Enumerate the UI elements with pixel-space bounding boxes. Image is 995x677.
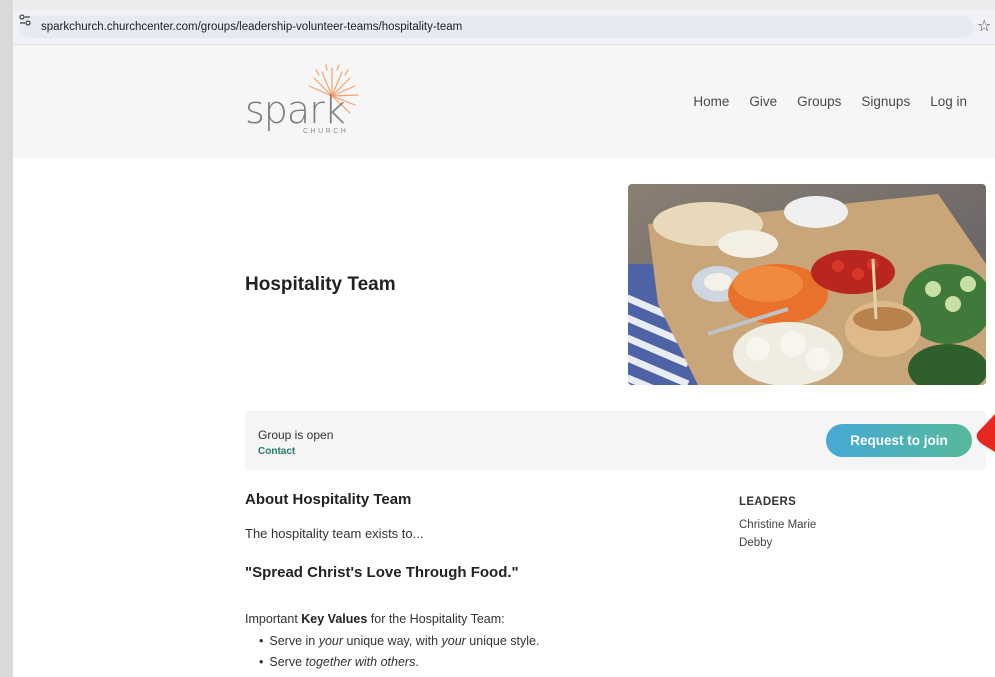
bullet-text: Serve <box>269 655 306 669</box>
site-header: spark CHURCH Home Give Groups Signups Lo… <box>13 45 995 158</box>
about-quote: "Spread Christ's Love Through Food." <box>245 564 519 581</box>
nav-login[interactable]: Log in <box>930 94 967 109</box>
bullet-text: . <box>415 655 419 669</box>
group-status-bar: Group is open Contact Request to join <box>245 411 986 470</box>
about-heading: About Hospitality Team <box>245 491 412 508</box>
bullet-text: unique style. <box>465 634 540 648</box>
key-values-bold: Key Values <box>301 612 368 626</box>
group-title: Hospitality Team <box>245 274 396 295</box>
key-values-intro: Important Key Values for the Hospitality… <box>245 612 505 626</box>
nav-signups[interactable]: Signups <box>861 94 910 109</box>
key-values-list: Serve in your unique way, with your uniq… <box>259 631 540 673</box>
star-icon[interactable]: ☆ <box>977 19 991 35</box>
leaders-heading: LEADERS <box>739 496 797 508</box>
browser-url-bar: sparkchurch.churchcenter.com/groups/lead… <box>13 10 995 45</box>
contact-link[interactable]: Contact <box>258 446 295 457</box>
screenshot-frame-left <box>0 0 13 677</box>
bullet-emphasis: your <box>318 634 344 648</box>
bullet-text: Serve in <box>269 634 319 648</box>
nav-groups[interactable]: Groups <box>797 94 841 109</box>
key-values-prefix: Important <box>245 612 302 626</box>
request-to-join-button[interactable]: Request to join <box>826 424 972 457</box>
group-photo <box>628 184 986 385</box>
leader-name[interactable]: Christine Marie <box>739 519 816 531</box>
leader-name[interactable]: Debby <box>739 537 772 549</box>
bullet-emphasis: your <box>441 634 466 648</box>
food-platter-image <box>628 184 986 385</box>
logo-wordmark: spark <box>245 88 346 132</box>
annotation-arrow-icon <box>976 414 995 452</box>
spark-church-logo[interactable]: spark CHURCH <box>245 64 365 144</box>
nav-give[interactable]: Give <box>749 94 777 109</box>
nav-home[interactable]: Home <box>693 94 729 109</box>
about-intro: The hospitality team exists to... <box>245 526 424 541</box>
group-status-text: Group is open <box>258 428 334 442</box>
bullet-text: unique way, with <box>343 634 442 648</box>
bullet-emphasis: together with others <box>305 655 416 669</box>
key-values-suffix: for the Hospitality Team: <box>367 612 505 626</box>
list-item: Serve together with others. <box>259 652 540 673</box>
main-nav: Home Give Groups Signups Log in <box>693 94 967 109</box>
screenshot-frame-top <box>0 0 995 10</box>
tune-icon[interactable] <box>18 13 32 27</box>
logo-subtitle: CHURCH <box>303 128 349 135</box>
url-text[interactable]: sparkchurch.churchcenter.com/groups/lead… <box>41 20 462 34</box>
list-item: Serve in your unique way, with your uniq… <box>259 631 540 652</box>
